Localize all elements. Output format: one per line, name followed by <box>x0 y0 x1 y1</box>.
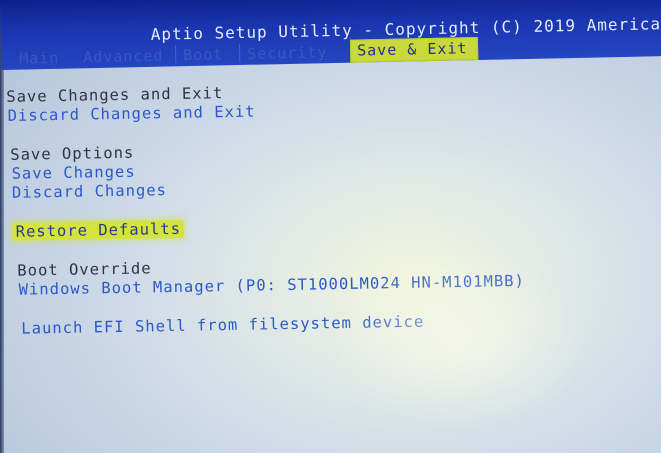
menu-item-save-changes-and-exit[interactable]: Save Changes and Exit <box>6 84 223 106</box>
tab-advanced[interactable]: Advanced <box>83 47 164 67</box>
section-heading-save-options: Save Options <box>10 143 135 164</box>
section-heading-boot-override: Boot Override <box>17 259 152 280</box>
menu-item-discard-changes-and-exit[interactable]: Discard Changes and Exit <box>7 103 255 125</box>
menu-item-restore-defaults[interactable]: Restore Defaults <box>12 219 185 241</box>
tab-save-and-exit[interactable]: Save & Exit <box>349 36 479 63</box>
tab-main[interactable]: Main <box>19 49 59 68</box>
menu-list: Save Changes and Exit Discard Changes an… <box>0 68 661 452</box>
tab-separator <box>238 43 241 63</box>
tab-boot[interactable]: Boot <box>183 45 223 64</box>
tab-security[interactable]: Security <box>247 43 328 63</box>
bios-screen: Aptio Setup Utility - Copyright (C) 2019… <box>0 0 661 453</box>
menu-item-save-changes[interactable]: Save Changes <box>11 163 135 183</box>
tab-separator <box>174 45 177 64</box>
menu-item-launch-efi-shell[interactable]: Launch EFI Shell from filesystem device <box>21 313 424 338</box>
menu-item-discard-changes[interactable]: Discard Changes <box>12 181 167 202</box>
title-bar: Aptio Setup Utility - Copyright (C) 2019… <box>0 0 661 70</box>
